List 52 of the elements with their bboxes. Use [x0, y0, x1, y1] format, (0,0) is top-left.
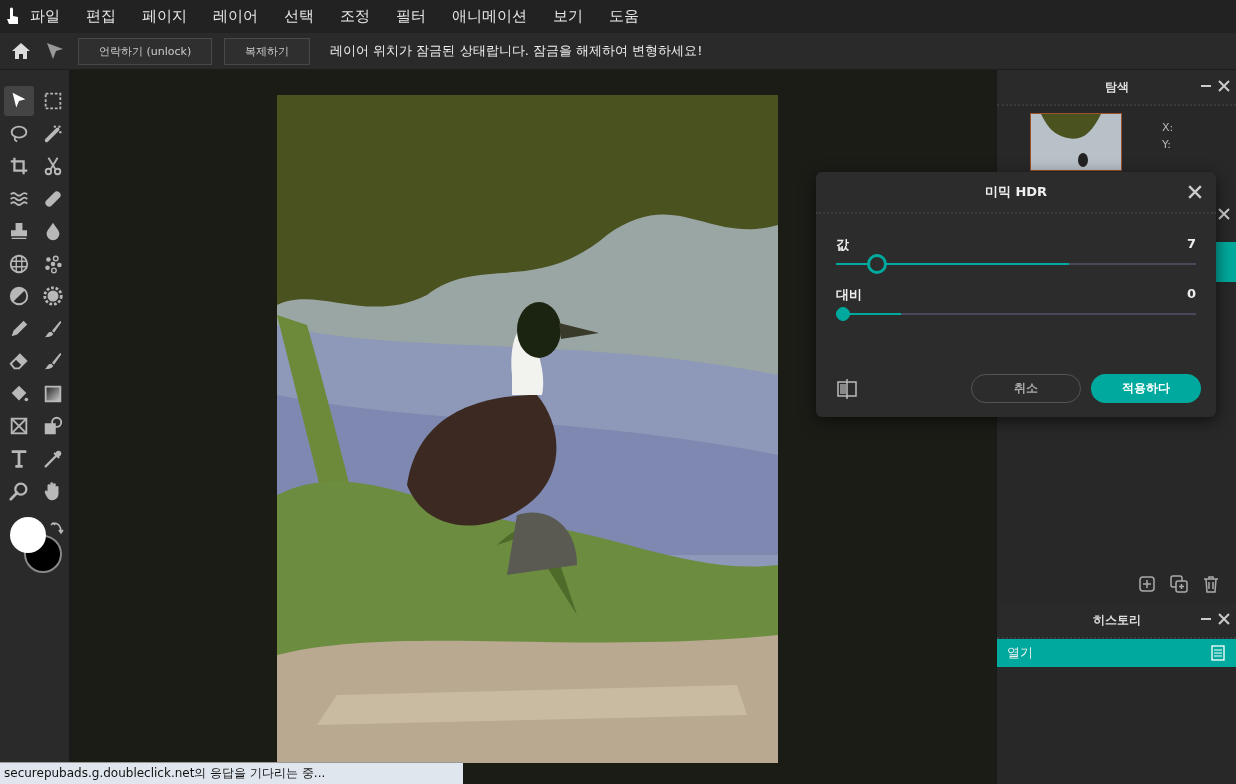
- menu-item[interactable]: 도움: [599, 7, 649, 26]
- marquee-icon: [42, 90, 64, 112]
- unlock-button[interactable]: 언락하기 (unlock): [78, 37, 213, 65]
- search-icon: [8, 480, 30, 502]
- compare-icon[interactable]: [836, 377, 858, 400]
- shape-icon: [42, 415, 64, 437]
- slider-label: 값: [836, 236, 849, 254]
- panel-title: 히스토리: [1092, 611, 1141, 629]
- lock-message: 레이어 위치가 잠금된 상태랍니다. 잠금을 해제하여 변형하세요!: [330, 42, 703, 60]
- slider-thumb[interactable]: [836, 307, 850, 321]
- duplicate-icon[interactable]: [1170, 575, 1188, 593]
- slider-track[interactable]: [836, 254, 1196, 274]
- status-bar: securepubads.g.doubleclick.net의 응답을 기다리는 중...: [0, 762, 463, 784]
- half-circle-icon: [8, 285, 30, 307]
- home-icon[interactable]: [10, 40, 32, 62]
- menu-item[interactable]: 애니메이션: [442, 7, 537, 26]
- slider-value: 7: [1186, 236, 1196, 253]
- close-icon[interactable]: [1218, 80, 1230, 92]
- duplicate-button[interactable]: 복제하기: [224, 37, 311, 65]
- menu-item[interactable]: 보기: [543, 7, 593, 26]
- panel-title: 탐색: [1104, 78, 1129, 96]
- menu-item[interactable]: 파일: [20, 7, 70, 26]
- close-icon[interactable]: [1188, 185, 1202, 199]
- close-icon[interactable]: [1218, 208, 1230, 220]
- stamp-icon: [8, 220, 30, 242]
- sponge-gear-icon: [42, 285, 64, 307]
- menu-item[interactable]: 레이어: [203, 7, 268, 26]
- slider-thumb[interactable]: [866, 254, 887, 274]
- foreground-color-swatch[interactable]: [10, 516, 46, 553]
- document-icon: [1210, 645, 1226, 661]
- trash-icon[interactable]: [1202, 575, 1220, 593]
- close-icon[interactable]: [1218, 613, 1230, 625]
- slider-label: 대비: [836, 286, 862, 304]
- slider-value: 0: [1186, 286, 1196, 303]
- crop-icon: [8, 155, 30, 177]
- hand-cursor-icon: [6, 6, 20, 27]
- grid-circle-icon: [8, 252, 30, 275]
- dialog-title: 미믹 HDR: [984, 183, 1048, 201]
- tool-button[interactable]: [4, 86, 34, 116]
- menu-item[interactable]: 페이지: [132, 7, 197, 26]
- magic-wand-icon: [42, 122, 64, 145]
- menu-item[interactable]: 편집: [76, 7, 126, 26]
- swap-icon[interactable]: [50, 520, 64, 535]
- scissors-icon: [42, 155, 64, 177]
- y-label: Y:: [1162, 138, 1172, 151]
- add-layer-icon[interactable]: [1138, 575, 1156, 593]
- frame-icon: [8, 415, 30, 437]
- menu-item[interactable]: 선택: [274, 7, 324, 26]
- menu-item[interactable]: 조정: [330, 7, 380, 26]
- history-label: 열기: [1007, 644, 1033, 662]
- x-label: X:: [1162, 121, 1174, 134]
- menu-item[interactable]: 필터: [386, 7, 436, 26]
